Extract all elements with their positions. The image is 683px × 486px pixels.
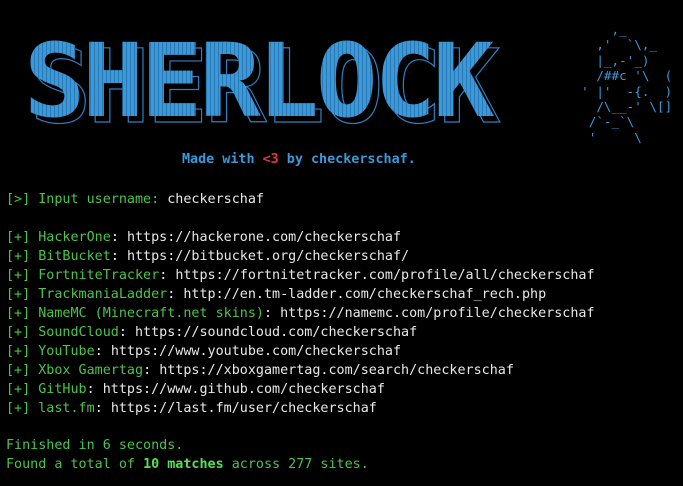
prompt-marker: [>] (6, 192, 31, 207)
result-row: [+] FortniteTracker: https://fortnitetra… (6, 266, 595, 285)
result-url[interactable]: https://www.youtube.com/checkerschaf (111, 344, 401, 359)
result-marker: [+] (6, 382, 31, 397)
result-url[interactable]: https://hackerone.com/checkerschaf (127, 230, 401, 245)
result-site-name: SoundCloud (38, 325, 119, 340)
result-site-name: TrackmaniaLadder (38, 287, 168, 302)
result-site-name: GitHub (38, 382, 87, 397)
result-row: [+] GitHub: https://www.github.com/check… (6, 380, 595, 399)
result-separator: : (159, 268, 176, 283)
result-separator: : (110, 249, 127, 264)
result-url[interactable]: https://soundcloud.com/checkerschaf (135, 325, 417, 340)
result-separator: : (118, 325, 135, 340)
result-marker: [+] (6, 268, 31, 283)
result-url[interactable]: https://www.github.com/checkerschaf (103, 382, 385, 397)
result-site-name: HackerOne (38, 230, 111, 245)
result-separator: : (143, 363, 160, 378)
result-marker: [+] (6, 344, 31, 359)
result-site-name: FortniteTracker (38, 268, 160, 283)
result-url[interactable]: https://last.fm/user/checkerschaf (111, 401, 377, 416)
tagline-prefix: Made with (182, 152, 263, 167)
result-site-name: last.fm (38, 401, 95, 416)
result-site-name: NameMC (Minecraft.net skins) (38, 306, 264, 321)
result-site-name: Xbox Gamertag (38, 363, 144, 378)
result-row: [+] BitBucket: https://bitbucket.org/che… (6, 247, 595, 266)
result-row: [+] Xbox Gamertag: https://xboxgamertag.… (6, 361, 595, 380)
username-value: checkerschaf (159, 192, 264, 207)
result-url[interactable]: https://namemc.com/profile/checkerschaf (280, 306, 594, 321)
result-separator: : (94, 401, 111, 416)
result-marker: [+] (6, 306, 31, 321)
result-url[interactable]: https://bitbucket.org/checkerschaf/ (127, 249, 409, 264)
results-list: [+] HackerOne: https://hackerone.com/che… (6, 228, 595, 418)
found-prefix: Found a total of (6, 457, 144, 472)
result-marker: [+] (6, 325, 31, 340)
result-site-name: BitBucket (38, 249, 111, 264)
result-separator: : (263, 306, 281, 321)
tagline-suffix: by checkerschaf. (278, 152, 416, 167)
result-url[interactable]: http://en.tm-ladder.com/checkerschaf_rec… (183, 287, 546, 302)
username-prompt: [>] Input username: checkerschaf (6, 190, 264, 209)
result-separator: : (110, 230, 127, 245)
match-count: 10 matches (143, 457, 224, 472)
result-marker: [+] (6, 401, 31, 416)
result-separator: : (86, 382, 103, 397)
result-marker: [+] (6, 363, 31, 378)
found-suffix: across 277 sites. (223, 457, 369, 472)
logo-text: SHERLOCK (24, 30, 495, 140)
sherlock-logo: SHERLOCK SHERLOCK (24, 30, 504, 140)
result-row: [+] NameMC (Minecraft.net skins): https:… (6, 304, 595, 323)
result-url[interactable]: https://xboxgamertag.com/search/checkers… (159, 363, 514, 378)
heart-text: <3 (262, 152, 279, 167)
result-separator: : (167, 287, 184, 302)
result-marker: [+] (6, 249, 31, 264)
result-marker: [+] (6, 230, 31, 245)
result-separator: : (94, 344, 111, 359)
result-row: [+] last.fm: https://last.fm/user/checke… (6, 399, 595, 418)
result-url[interactable]: https://fortnitetracker.com/profile/all/… (175, 268, 594, 283)
detective-ascii-art: ,_ ,' `\,_ |_,-'_) /##c '\ ( ' |' -{. ) … (581, 22, 673, 145)
result-site-name: YouTube (38, 344, 95, 359)
result-row: [+] HackerOne: https://hackerone.com/che… (6, 228, 595, 247)
terminal-window: SHERLOCK SHERLOCK ,_ ,' `\,_ |_,-'_) /##… (0, 0, 683, 486)
result-row: [+] TrackmaniaLadder: http://en.tm-ladde… (6, 285, 595, 304)
finished-message: Finished in 6 seconds. (6, 438, 184, 453)
prompt-label: Input username: (30, 192, 160, 207)
result-row: [+] SoundCloud: https://soundcloud.com/c… (6, 323, 595, 342)
result-row: [+] YouTube: https://www.youtube.com/che… (6, 342, 595, 361)
found-summary: Found a total of 10 matches across 277 s… (6, 455, 369, 474)
result-marker: [+] (6, 287, 31, 302)
tagline: Made with <3 by checkerschaf. (182, 152, 416, 167)
